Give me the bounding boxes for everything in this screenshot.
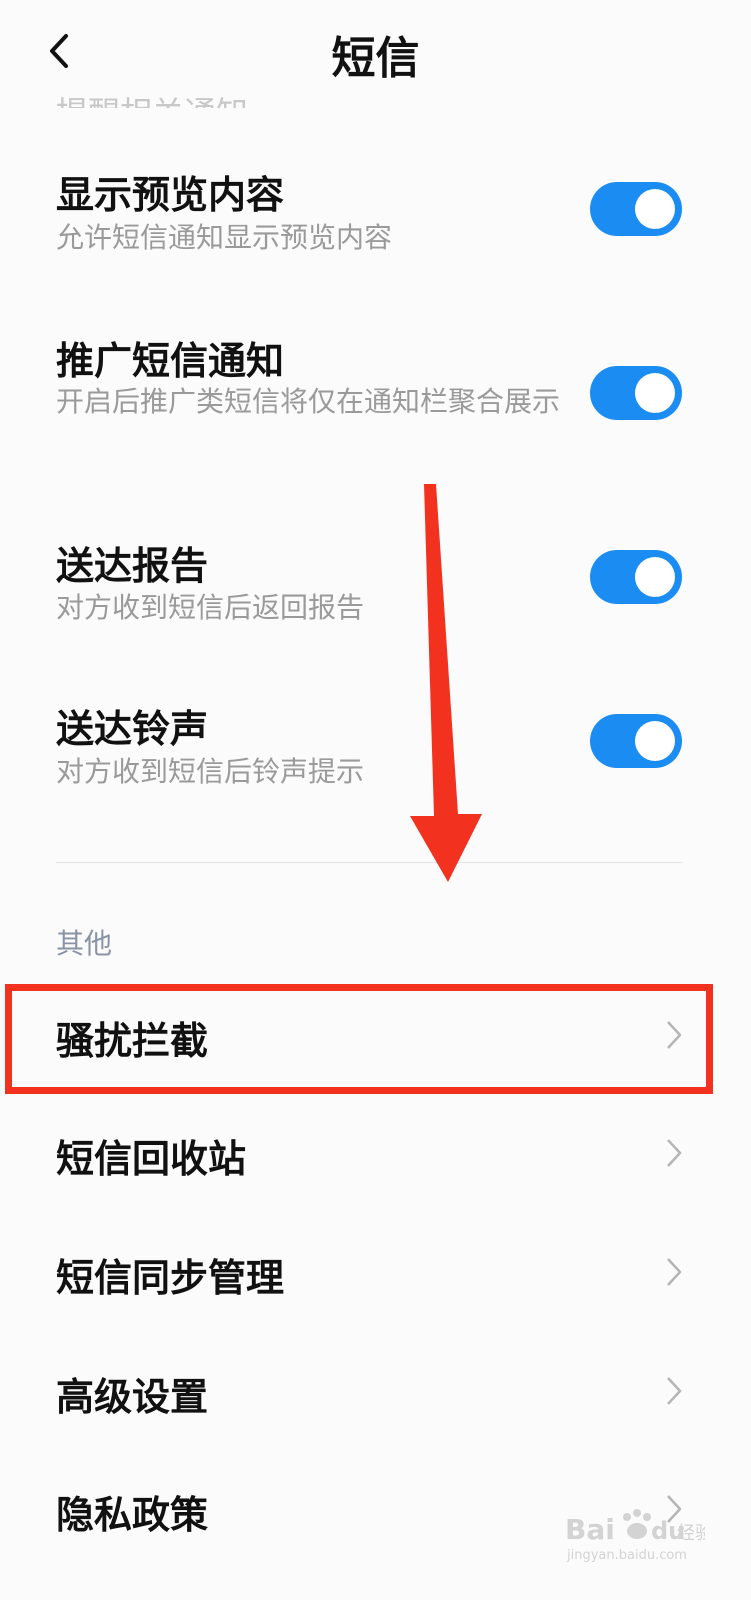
chevron-right-icon bbox=[667, 1258, 682, 1286]
chevron-right-icon bbox=[667, 1139, 682, 1167]
preview-switch[interactable] bbox=[590, 182, 682, 236]
svg-text:jingyan.baidu.com: jingyan.baidu.com bbox=[566, 1548, 687, 1563]
nav-item-recycle-bin[interactable]: 短信回收站 bbox=[0, 1102, 751, 1202]
promo-switch[interactable] bbox=[590, 366, 682, 420]
toggle-title: 推广短信通知 bbox=[56, 339, 285, 383]
svg-text:经验: 经验 bbox=[677, 1523, 705, 1544]
divider bbox=[56, 862, 682, 863]
switch-knob bbox=[635, 557, 675, 597]
toggle-title: 显示预览内容 bbox=[56, 173, 285, 217]
baidu-watermark-logo: Bai du 经验 jingyan.baidu.com bbox=[565, 1509, 705, 1563]
switch-knob bbox=[635, 373, 675, 413]
page-title: 短信 bbox=[331, 33, 420, 84]
chevron-right-icon bbox=[667, 1377, 682, 1405]
toggle-desc: 允许短信通知显示预览内容 bbox=[56, 221, 393, 254]
delivery-ringtone-switch[interactable] bbox=[590, 714, 682, 768]
toggle-desc: 对方收到短信后铃声提示 bbox=[56, 755, 365, 788]
annotation-arrow-down-icon bbox=[410, 484, 482, 882]
delivery-report-switch[interactable] bbox=[590, 550, 682, 604]
clipped-previous-item: 提醒相关通知 bbox=[56, 78, 356, 108]
section-label-other: 其他 bbox=[56, 927, 113, 960]
toggle-title: 送达铃声 bbox=[56, 707, 209, 751]
nav-item-sync-management[interactable]: 短信同步管理 bbox=[0, 1221, 751, 1321]
toggle-desc: 对方收到短信后返回报告 bbox=[56, 591, 365, 624]
switch-knob bbox=[635, 189, 675, 229]
nav-item-label: 高级设置 bbox=[56, 1375, 209, 1419]
toggle-title: 送达报告 bbox=[56, 544, 209, 588]
switch-knob bbox=[635, 721, 675, 761]
nav-item-advanced-settings[interactable]: 高级设置 bbox=[0, 1340, 751, 1440]
nav-item-label: 短信同步管理 bbox=[56, 1256, 285, 1300]
nav-item-label: 隐私政策 bbox=[56, 1493, 209, 1537]
svg-text:Bai: Bai bbox=[565, 1513, 615, 1546]
annotation-highlight-box bbox=[5, 984, 713, 1094]
nav-item-label: 短信回收站 bbox=[56, 1137, 247, 1181]
toggle-desc: 开启后推广类短信将仅在通知栏聚合展示 bbox=[56, 385, 561, 418]
